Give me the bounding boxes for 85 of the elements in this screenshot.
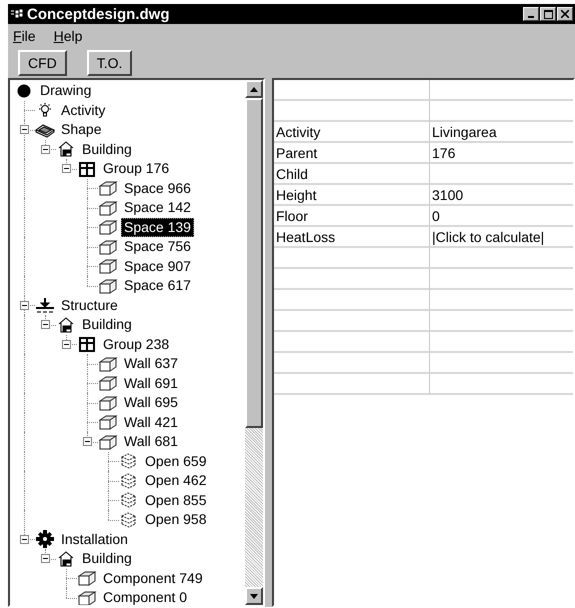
app-icon <box>11 9 23 19</box>
property-name: Parent <box>274 143 430 164</box>
tree-item[interactable]: Activity <box>58 100 108 120</box>
tree-item[interactable]: Space 907 <box>121 256 194 276</box>
box-icon <box>98 394 118 412</box>
scroll-thumb[interactable] <box>245 98 263 428</box>
tree-item[interactable]: Building <box>79 549 135 568</box>
property-value[interactable]: 3100 <box>430 185 573 206</box>
property-name: Child <box>274 164 430 185</box>
close-button[interactable] <box>557 7 573 21</box>
scroll-down-button[interactable] <box>245 587 263 605</box>
box-icon <box>98 276 118 295</box>
maximize-button[interactable] <box>540 7 556 21</box>
collapse-toggle[interactable] <box>62 164 71 173</box>
house-icon <box>57 316 75 334</box>
tree-item[interactable]: Space 617 <box>121 276 194 296</box>
tree-item[interactable]: Open 958 <box>142 510 210 530</box>
tree-item[interactable]: Drawing <box>37 81 94 100</box>
close-icon <box>561 10 569 18</box>
collapse-toggle[interactable] <box>41 554 50 563</box>
collapse-toggle[interactable] <box>83 437 92 446</box>
tree-item[interactable]: Space 142 <box>121 198 194 218</box>
box-icon <box>98 257 118 276</box>
scroll-up-button[interactable] <box>245 80 263 98</box>
box-icon <box>98 354 118 373</box>
collapse-toggle[interactable] <box>20 125 29 134</box>
toolbar-button[interactable]: T.O. <box>86 50 132 76</box>
maximize-icon <box>544 10 552 18</box>
box-icon <box>98 374 118 392</box>
tree-item[interactable]: Open 462 <box>142 471 210 490</box>
box-icon <box>98 413 118 432</box>
tree-item[interactable]: Group 238 <box>100 334 172 354</box>
tree-item[interactable]: Space 139 <box>121 218 194 237</box>
property-value[interactable]: 0 <box>430 206 573 227</box>
tree-item[interactable]: Wall 421 <box>121 412 181 432</box>
scrollbar[interactable] <box>245 80 263 605</box>
collapse-toggle[interactable] <box>41 144 50 154</box>
property-name: Floor <box>274 206 430 227</box>
box-icon <box>98 432 118 451</box>
box-icon <box>98 238 118 256</box>
tree-item[interactable]: Open 659 <box>142 452 210 471</box>
load-arrow-icon <box>35 297 55 314</box>
property-name: Activity <box>274 122 430 143</box>
tree-item[interactable]: Space 966 <box>121 178 194 198</box>
gear-icon <box>36 530 54 548</box>
grid-icon <box>78 336 96 352</box>
tree-item[interactable]: Wall 681 <box>121 432 181 452</box>
window-title: Conceptdesign.dwg <box>27 6 170 22</box>
menu-item[interactable]: File <box>13 28 36 44</box>
lightbulb-icon <box>36 102 54 118</box>
tree-item[interactable]: Open 855 <box>142 490 210 510</box>
collapse-toggle[interactable] <box>20 300 29 310</box>
up-arrow-icon <box>250 86 258 92</box>
collapse-toggle[interactable] <box>41 320 50 329</box>
tree-item[interactable]: Shape <box>58 120 104 140</box>
property-value[interactable]: 176 <box>430 143 573 164</box>
tree-item[interactable]: Installation <box>58 530 131 549</box>
tree-item[interactable]: Component 0 <box>100 588 190 605</box>
tree-item[interactable]: Structure <box>58 296 121 315</box>
tree-item[interactable]: Wall 637 <box>121 354 181 374</box>
tree-item[interactable]: Wall 691 <box>121 374 181 393</box>
tree-item[interactable]: Building <box>79 140 135 159</box>
minimize-button[interactable] <box>523 7 539 21</box>
property-name: HeatLoss <box>274 227 430 248</box>
box-icon <box>77 569 97 588</box>
box-icon <box>98 218 118 236</box>
tree-item[interactable]: Space 756 <box>121 237 194 256</box>
box-icon <box>98 198 118 217</box>
down-arrow-icon <box>250 594 258 598</box>
property-value[interactable]: |Click to calculate| <box>430 227 573 248</box>
collapse-toggle[interactable] <box>62 340 71 348</box>
circle-icon <box>17 84 31 98</box>
property-value[interactable]: Livingarea <box>430 122 573 143</box>
tree-item[interactable]: Component 749 <box>100 568 206 588</box>
tree-item[interactable]: Building <box>79 315 135 334</box>
tree-item[interactable]: Wall 695 <box>121 393 181 412</box>
toolbar-button[interactable]: CFD <box>18 50 67 76</box>
grid-icon <box>78 160 96 177</box>
house-icon <box>57 140 75 158</box>
tree-item[interactable]: Group 176 <box>100 159 172 178</box>
property-name: Height <box>274 185 430 206</box>
box-icon <box>98 179 118 198</box>
house-icon <box>57 550 75 568</box>
collapse-toggle[interactable] <box>20 534 29 544</box>
menu-item[interactable]: Help <box>54 28 82 44</box>
